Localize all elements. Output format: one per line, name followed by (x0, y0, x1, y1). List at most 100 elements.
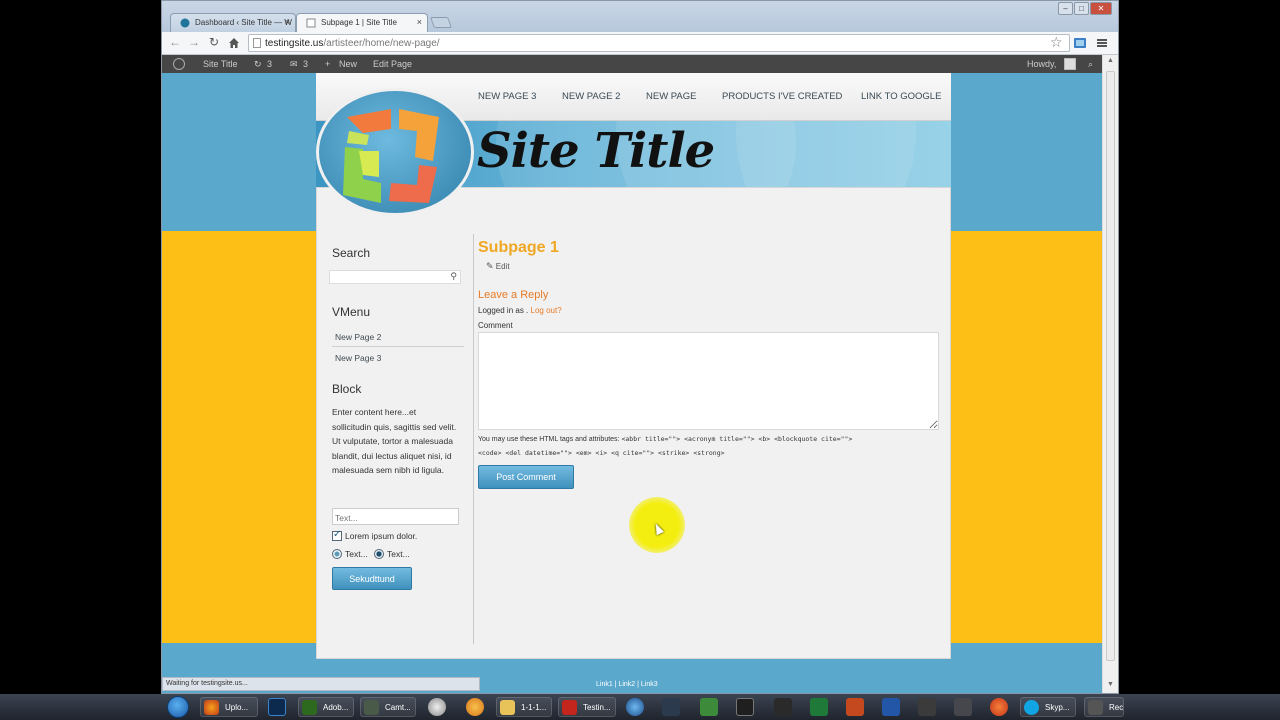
radio-label-2: Text... (387, 549, 410, 559)
scrollbar-thumb[interactable] (1106, 71, 1115, 661)
photoshop-icon[interactable] (268, 698, 286, 716)
status-bar: Waiting for testingsite.us... (162, 677, 480, 691)
app-icon-3[interactable] (662, 698, 680, 716)
start-button[interactable] (167, 696, 189, 718)
site-logo[interactable] (316, 88, 474, 216)
app-icon[interactable] (428, 698, 446, 716)
vmenu-heading: VMenu (332, 305, 371, 319)
updates-icon[interactable]: ↻ (254, 59, 262, 70)
radio-label-1: Text... (345, 549, 368, 559)
app-icon-9[interactable] (990, 698, 1008, 716)
new-tab-button[interactable] (429, 17, 453, 28)
skype-icon (1024, 700, 1039, 715)
close-window-icon[interactable]: ✕ (1090, 2, 1112, 15)
plus-icon[interactable]: + (325, 59, 330, 69)
extension-icon[interactable] (1073, 36, 1087, 50)
forward-arrow-icon[interactable]: → (186, 35, 202, 49)
sekudttund-button[interactable]: Sekudttund (332, 567, 412, 590)
search-input[interactable]: ⚲ (329, 270, 461, 284)
maximize-icon[interactable]: □ (1074, 2, 1089, 15)
pencil-icon: ✎ (486, 261, 494, 271)
address-bar[interactable]: testingsite.us/artisteer/home/new-page/ (248, 34, 1070, 52)
word-icon[interactable] (882, 698, 900, 716)
lorem-checkbox[interactable] (332, 529, 342, 541)
allowed-tags-note: You may use these HTML tags and attribut… (478, 433, 938, 460)
comments-icon[interactable]: ✉ (290, 59, 298, 70)
app-icon-6[interactable] (774, 698, 792, 716)
taskbar-item-recorder[interactable]: Rec (1084, 697, 1124, 717)
reply-title: Leave a Reply (478, 289, 549, 301)
recorder-icon (1088, 700, 1103, 715)
tab-label: Subpage 1 | Site Title (321, 18, 397, 27)
taskbar-label: Skyp... (1045, 703, 1070, 712)
comments-count[interactable]: 3 (303, 59, 308, 69)
home-icon[interactable] (228, 37, 240, 49)
search-icon[interactable]: ⌕ (1088, 59, 1093, 70)
comment-textarea[interactable] (478, 332, 939, 430)
admin-howdy[interactable]: Howdy, (1027, 59, 1056, 69)
taskbar-label: 1-1-1... (521, 703, 547, 712)
menu-item-new-page-3[interactable]: NEW PAGE 3 (478, 91, 536, 102)
text-input[interactable] (332, 508, 459, 525)
site-title[interactable]: Site Title (477, 123, 715, 179)
tab-dashboard[interactable]: Dashboard ‹ Site Title — W × (170, 13, 296, 32)
taskbar-item-firefox[interactable]: Uplo... (200, 697, 258, 717)
itunes-icon[interactable] (626, 698, 644, 716)
tab-subpage[interactable]: Subpage 1 | Site Title × (296, 13, 428, 32)
admin-edit-page[interactable]: Edit Page (373, 59, 412, 69)
post-comment-button[interactable]: Post Comment (478, 465, 574, 489)
reload-icon[interactable]: ↻ (206, 35, 222, 49)
edit-link[interactable]: ✎ Edit (486, 261, 510, 272)
menu-item-new-page[interactable]: NEW PAGE (646, 91, 697, 102)
taskbar-label: Rec (1109, 703, 1124, 712)
taskbar-item-camtasia[interactable]: Camt... (360, 697, 416, 717)
edit-label: Edit (495, 262, 510, 271)
taskbar-item-folder[interactable]: 1-1-1... (496, 697, 552, 717)
close-icon[interactable]: × (417, 17, 422, 27)
tab-label: Dashboard ‹ Site Title — W (195, 18, 292, 27)
allowed-prefix: You may use these HTML tags and attribut… (478, 436, 620, 443)
back-arrow-icon[interactable]: ← (167, 35, 183, 49)
avatar[interactable] (1064, 58, 1076, 70)
wp-admin-bar: Site Title ↻ 3 ✉ 3 + New Edit Page Howdy… (162, 55, 1102, 73)
page-icon (253, 38, 261, 48)
page-viewport: Site Title ↻ 3 ✉ 3 + New Edit Page Howdy… (162, 55, 1102, 693)
excel-icon[interactable] (810, 698, 828, 716)
app-icon-7[interactable] (918, 698, 936, 716)
menu-icon[interactable] (1095, 36, 1109, 50)
taskbar-item-dreamweaver[interactable]: Adob... (298, 697, 354, 717)
vmenu-item-new-page-2[interactable]: New Page 2 (335, 332, 381, 342)
logout-link[interactable]: Log out? (531, 306, 562, 315)
menu-item-products[interactable]: PRODUCTS I'VE CREATED (722, 91, 842, 102)
minimize-icon[interactable]: – (1058, 2, 1073, 15)
allowed-tags-line-2: <code> <del datetime=""> <em> <i> <q cit… (478, 448, 725, 457)
search-heading: Search (332, 246, 371, 260)
menu-item-link-to-google[interactable]: LINK TO GOOGLE (861, 91, 941, 102)
admin-new[interactable]: New (339, 59, 357, 69)
search-icon[interactable]: ⚲ (450, 271, 457, 282)
app-icon-5[interactable] (736, 698, 754, 716)
admin-site-title[interactable]: Site Title (203, 59, 238, 69)
scroll-up-icon[interactable]: ▲ (1107, 57, 1114, 64)
footer-links[interactable]: Link1 | Link2 | Link3 (596, 681, 658, 688)
wordpress-icon[interactable] (173, 58, 185, 70)
logged-in-line: Logged in as . Log out? (478, 306, 562, 315)
bookmark-star-icon[interactable]: ☆ (1050, 34, 1063, 51)
vertical-scrollbar[interactable]: ▲ ▼ (1102, 55, 1118, 693)
dreamweaver-icon (302, 700, 317, 715)
app-icon-4[interactable] (700, 698, 718, 716)
powerpoint-icon[interactable] (846, 698, 864, 716)
updates-count[interactable]: 3 (267, 59, 272, 69)
app-icon-8[interactable] (954, 698, 972, 716)
page-icon (306, 18, 316, 28)
taskbar-item-skype[interactable]: Skyp... (1020, 697, 1076, 717)
radio-2[interactable] (374, 549, 384, 559)
vmenu-item-new-page-3[interactable]: New Page 3 (335, 353, 381, 363)
scroll-down-icon[interactable]: ▼ (1107, 681, 1114, 688)
radio-1[interactable] (332, 549, 342, 559)
close-icon[interactable]: × (285, 17, 290, 27)
taskbar-item-filezilla[interactable]: Testin... (558, 697, 616, 717)
menu-item-new-page-2[interactable]: NEW PAGE 2 (562, 91, 620, 102)
app-icon-2[interactable] (466, 698, 484, 716)
block-text: Enter content here...et sollicitudin qui… (332, 407, 457, 476)
